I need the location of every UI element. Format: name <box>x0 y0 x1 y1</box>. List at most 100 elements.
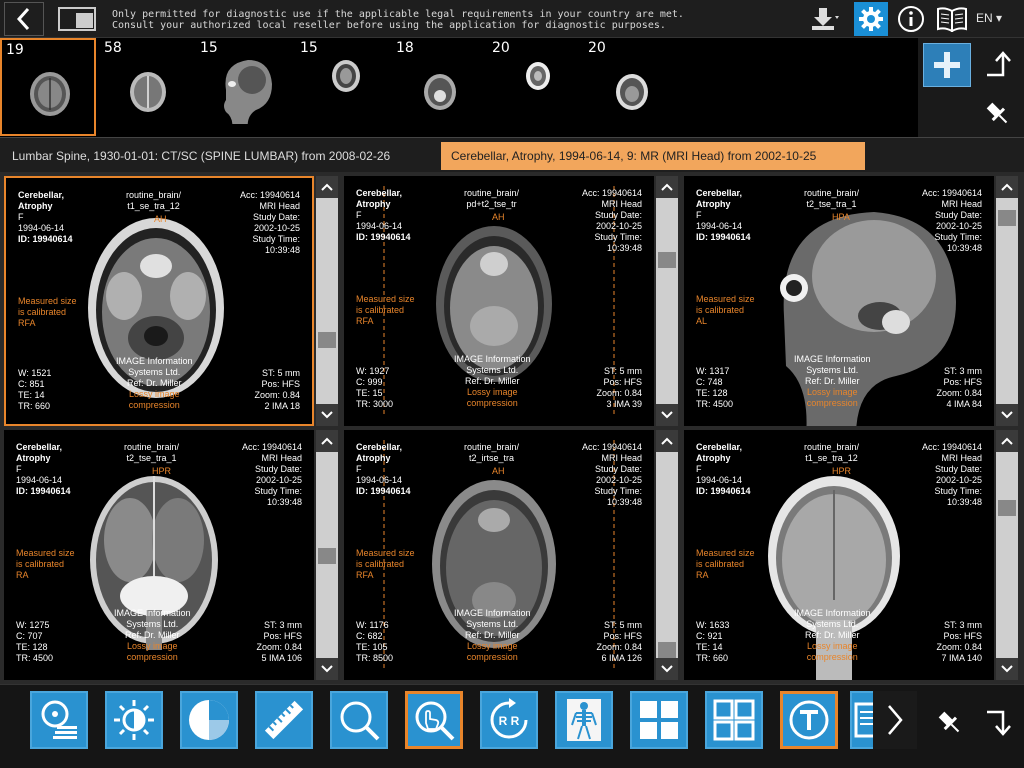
info-button[interactable] <box>894 4 928 34</box>
scroll-down-button[interactable] <box>656 658 678 680</box>
window-level-tool[interactable] <box>105 691 163 749</box>
magnifier-hand-icon <box>415 701 455 741</box>
series-thumbnail[interactable]: 15 <box>196 38 292 136</box>
slice-info-overlay: ST: 3 mm Pos: HFS Zoom: 0.84 4 IMA 84 <box>936 366 982 409</box>
institution-overlay: IMAGE Information Systems Ltd. Ref: Dr. … <box>454 354 531 409</box>
roi-tool[interactable] <box>180 691 238 749</box>
series-description: routine_brain/ t2_irtse_tra <box>464 442 520 463</box>
scroll-down-button[interactable] <box>996 404 1018 426</box>
bottom-toolbar: R R <box>0 684 1024 768</box>
institution-overlay: IMAGE Information Systems Ltd. Ref: Dr. … <box>794 608 871 663</box>
back-button[interactable] <box>4 2 44 36</box>
institution-text: IMAGE Information Systems Ltd. Ref: Dr. … <box>114 608 191 640</box>
series-thumbnail[interactable]: 20 <box>488 38 584 136</box>
slice-info-overlay: ST: 5 mm Pos: HFS Zoom: 0.84 2 IMA 18 <box>254 368 300 411</box>
scroll-down-button[interactable] <box>316 404 338 426</box>
lossy-compression-note: Lossy image compression <box>466 641 518 662</box>
window-level-overlay: W: 1633 C: 921 TE: 14 TR: 660 <box>696 620 730 663</box>
image-viewport[interactable]: Cerebellar, Atrophy F 1994-06-14 ID: 199… <box>344 176 654 426</box>
tab-study-lumbar-spine[interactable]: Lumbar Spine, 1930-01-01: CT/SC (SPINE L… <box>2 142 400 170</box>
scroll-up-button[interactable] <box>656 430 678 452</box>
scroll-thumb[interactable] <box>658 642 676 658</box>
scroll-up-button[interactable] <box>656 176 678 198</box>
calibration-note: Measured size is calibrated RFA <box>356 294 415 326</box>
series-thumbnail[interactable]: 58 <box>100 38 196 136</box>
series-thumbnail[interactable]: 15 <box>296 38 392 136</box>
scroll-up-button[interactable] <box>996 176 1018 198</box>
patient-sex: F <box>16 464 22 474</box>
add-series-button[interactable] <box>923 43 971 87</box>
scroll-up-button[interactable] <box>316 430 338 452</box>
patient-id: ID: 19940614 <box>356 232 411 242</box>
zoom-tool[interactable] <box>330 691 388 749</box>
series-thumbnail[interactable]: 19 <box>0 38 96 136</box>
lossy-compression-note: Lossy image compression <box>806 641 858 662</box>
viewport-scrollbar[interactable] <box>656 176 678 426</box>
image-viewport[interactable]: Cerebellar, Atrophy F 1994-06-14 ID: 199… <box>684 430 994 680</box>
calibration-note: Measured size is calibrated RA <box>16 548 75 580</box>
patient-info-overlay: Cerebellar, Atrophy F 1994-06-14 ID: 199… <box>696 442 751 497</box>
manual-button[interactable] <box>934 4 970 34</box>
patient-sex: F <box>356 464 362 474</box>
series-thumbnail[interactable]: 20 <box>584 38 680 136</box>
scroll-thumb[interactable] <box>998 500 1016 516</box>
scroll-up-button[interactable] <box>316 176 338 198</box>
scroll-thumb[interactable] <box>658 252 676 268</box>
pin-button[interactable] <box>976 94 1020 134</box>
scroll-thumb[interactable] <box>998 210 1016 226</box>
download-button[interactable] <box>808 4 842 34</box>
viewport-grid: Cerebellar, Atrophy F 1994-06-14 ID: 199… <box>0 172 1024 684</box>
image-viewport[interactable]: Cerebellar, Atrophy F 1994-06-14 ID: 199… <box>684 176 994 426</box>
viewport-scrollbar[interactable] <box>656 430 678 680</box>
calibration-note: Measured size is calibrated RA <box>696 548 755 580</box>
viewport-scrollbar[interactable] <box>316 176 338 426</box>
image-viewport[interactable]: Cerebellar, Atrophy F 1994-06-14 ID: 199… <box>4 176 314 426</box>
body-part-tool[interactable] <box>555 691 613 749</box>
series-thumbnail[interactable]: 18 <box>392 38 488 136</box>
cine-stack-tool[interactable] <box>30 691 88 749</box>
skeleton-icon <box>567 699 601 741</box>
series-layout-tool[interactable] <box>705 691 763 749</box>
text-annotation-tool[interactable] <box>780 691 838 749</box>
image-viewport[interactable]: Cerebellar, Atrophy F 1994-06-14 ID: 199… <box>4 430 314 680</box>
pie-section-icon <box>189 700 229 740</box>
window-level-overlay: W: 1521 C: 851 TE: 14 TR: 660 <box>18 368 52 411</box>
institution-text: IMAGE Information Systems Ltd. Ref: Dr. … <box>794 608 871 640</box>
lossy-compression-note: Lossy image compression <box>128 389 180 410</box>
grid-2x2-icon <box>640 701 678 739</box>
viewport-scrollbar[interactable] <box>316 430 338 680</box>
patient-dob: 1994-06-14 <box>16 475 63 485</box>
layout-2x2-tool[interactable] <box>630 691 688 749</box>
image-viewport[interactable]: Cerebellar, Atrophy F 1994-06-14 ID: 199… <box>344 430 654 680</box>
institution-overlay: IMAGE Information Systems Ltd. Ref: Dr. … <box>794 354 871 409</box>
chevron-down-icon <box>1001 665 1013 673</box>
thumbnail-image-count: 58 <box>104 40 122 56</box>
viewport-scrollbar[interactable] <box>996 430 1018 680</box>
scroll-down-button[interactable] <box>996 658 1018 680</box>
tab-study-cerebellar-atrophy[interactable]: Cerebellar, Atrophy, 1994-06-14, 9: MR (… <box>441 142 865 170</box>
viewport-scrollbar[interactable] <box>996 176 1018 426</box>
scroll-thumb[interactable] <box>318 332 336 348</box>
patient-name: Cerebellar, Atrophy <box>356 188 403 209</box>
top-bar: Only permitted for diagnostic use if the… <box>0 0 1024 38</box>
patient-id: ID: 19940614 <box>696 486 751 496</box>
scroll-up-button[interactable] <box>996 430 1018 452</box>
scroll-down-button[interactable] <box>316 658 338 680</box>
zoom-pan-tool[interactable] <box>405 691 463 749</box>
gear-icon <box>859 7 883 31</box>
toolbar-collapse-button[interactable] <box>976 701 1020 745</box>
orientation-label: HPA <box>832 212 850 222</box>
scroll-down-button[interactable] <box>656 404 678 426</box>
settings-button[interactable] <box>854 2 888 36</box>
chevron-up-icon <box>1001 183 1013 191</box>
arrow-up-icon <box>987 51 1011 77</box>
layout-button[interactable] <box>52 3 102 35</box>
toolbar-next-button[interactable] <box>873 691 917 749</box>
export-button[interactable] <box>976 44 1020 84</box>
rotate-flip-tool[interactable]: R R <box>480 691 538 749</box>
patient-info-overlay: Cerebellar, Atrophy F 1994-06-14 ID: 199… <box>696 188 751 243</box>
measure-distance-tool[interactable] <box>255 691 313 749</box>
language-selector[interactable]: EN ▾ <box>976 11 1002 25</box>
scroll-thumb[interactable] <box>318 548 336 564</box>
toolbar-pin-button[interactable] <box>928 701 972 745</box>
